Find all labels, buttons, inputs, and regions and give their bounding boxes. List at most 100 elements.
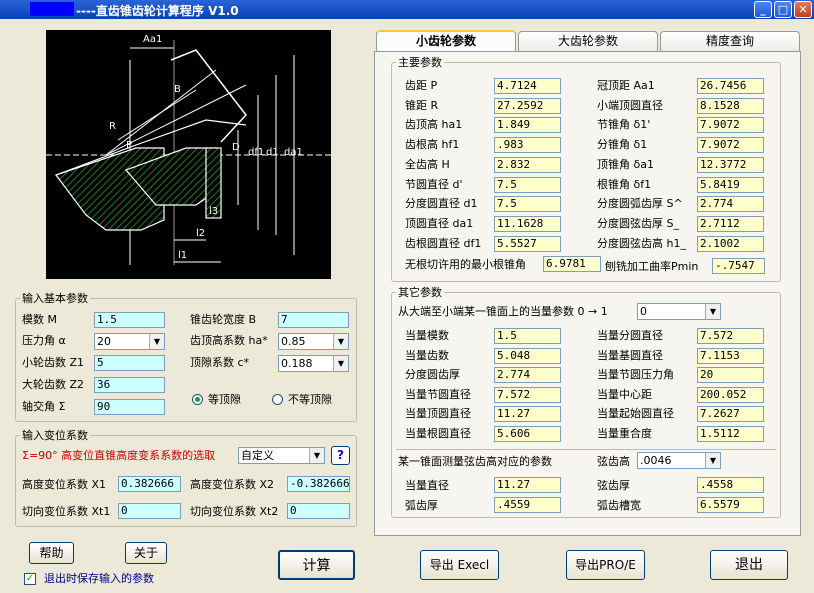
eq-dia-value: 11.27 [494, 477, 561, 493]
c-select[interactable]: 0.188 ▼ [278, 355, 349, 372]
main-left-value: 27.2592 [494, 97, 561, 114]
z2-input[interactable]: 36 [94, 377, 165, 393]
shift-select-label: Σ=90° 高变位直锥高度变系系数的选取 [22, 449, 216, 462]
sigma-input[interactable]: 90 [94, 399, 165, 415]
label-l2: l2 [196, 228, 205, 239]
other-left-value: 7.572 [494, 386, 561, 403]
chevron-down-icon: ▼ [333, 334, 348, 349]
other-right-value: 200.052 [697, 386, 764, 403]
other-left-label: 当量齿数 [405, 348, 449, 362]
chevron-down-icon: ▼ [705, 453, 720, 468]
calc-button[interactable]: 计算 [278, 550, 355, 580]
xt1-input[interactable]: 0 [118, 503, 181, 519]
radio-equal[interactable] [192, 394, 203, 405]
label-l1: l1 [178, 250, 187, 261]
x1-input[interactable]: 0.382666 [118, 476, 181, 492]
about-button[interactable]: 关于 [125, 542, 167, 564]
main-right-label: 分度圆弧齿厚 S^ [597, 197, 683, 211]
label-df1: df1 [248, 147, 264, 158]
label-d1: d1 [266, 147, 279, 158]
export-pro-button[interactable]: 导出PRO/E [566, 550, 645, 580]
main-window: ----直齿锥齿轮计算程序 V1.0 _ □ ✕ Aa1 B R P D df1… [0, 0, 814, 593]
module-input[interactable]: 1.5 [94, 312, 165, 328]
chord-height-select[interactable]: .0046 ▼ [637, 452, 721, 469]
chevron-down-icon: ▼ [309, 448, 324, 463]
other-params-title: 其它参数 [396, 286, 444, 299]
main-left-value: 2.832 [494, 156, 561, 173]
main-right-label: 分锥角 δ1 [597, 138, 648, 152]
other-right-value: 7.1153 [697, 347, 764, 364]
label-p: P [126, 140, 132, 151]
chord-thick-value: .4558 [697, 477, 764, 493]
other-right-value: 7.2627 [697, 406, 764, 423]
chevron-down-icon: ▼ [149, 334, 164, 349]
main-left-label: 锥距 R [405, 98, 439, 112]
maximize-button[interactable]: □ [774, 1, 792, 18]
arc-slot-value: 6.5579 [697, 497, 764, 513]
main-right-value: 7.9072 [697, 117, 764, 134]
measure-label: 某一锥面测量弦齿高对应的参数 [398, 455, 552, 468]
main-left-value: .983 [494, 137, 561, 154]
main-left-value: 4.7124 [494, 78, 561, 94]
exit-button[interactable]: 退出 [710, 550, 788, 580]
other-left-label: 分度圆齿厚 [405, 368, 460, 382]
other-right-label: 当量基圆直径 [597, 348, 663, 362]
main-params-title: 主要参数 [396, 56, 444, 69]
title-redacted-block [30, 2, 74, 16]
x2-input[interactable]: -0.382666 [287, 476, 350, 492]
export-excel-button[interactable]: 导出 Execl [420, 550, 499, 580]
xt1-label: 切向变位系数 Xt1 [22, 505, 111, 518]
shift-help-button[interactable]: ? [331, 446, 350, 465]
other-right-label: 当量节圆压力角 [597, 368, 674, 382]
close-button[interactable]: ✕ [794, 1, 812, 18]
gear-diagram: Aa1 B R P D df1 d1 da1 l3 l2 l1 [46, 30, 331, 279]
equiv-select[interactable]: 0 ▼ [637, 303, 721, 320]
other-left-label: 当量根圆直径 [405, 427, 471, 440]
shift-select[interactable]: 自定义 ▼ [238, 447, 325, 464]
equiv-label: 从大端至小端某一锥面上的当量参数 0 → 1 [398, 305, 608, 318]
main-right-label: 冠顶距 Aa1 [597, 79, 655, 92]
alpha-label: 压力角 α [22, 334, 66, 347]
other-right-label: 当量重合度 [597, 427, 652, 440]
chord-thick-label: 弦齿厚 [597, 479, 630, 492]
arc-thick-value: .4559 [494, 497, 561, 513]
other-right-label: 当量起始圆直径 [597, 407, 674, 421]
help-button[interactable]: 帮助 [29, 542, 74, 564]
radio-unequal-label: 不等顶隙 [288, 393, 332, 406]
main-left-value: 11.1628 [494, 215, 561, 232]
label-b: B [174, 84, 181, 95]
shift-title: 输入变位系数 [20, 429, 90, 442]
width-label: 锥齿轮宽度 B [190, 313, 257, 326]
pmin-label: 刨铣加工曲率Pmin [605, 260, 699, 273]
radio-unequal[interactable] [272, 394, 283, 405]
xt2-input[interactable]: 0 [287, 503, 350, 519]
z1-input[interactable]: 5 [94, 355, 165, 371]
sigma-label: 轴交角 Σ [22, 400, 66, 413]
ha-label: 齿顶高系数 ha* [190, 334, 268, 347]
other-left-label: 当量节圆直径 [405, 387, 471, 401]
xt2-label: 切向变位系数 Xt2 [190, 505, 279, 518]
label-l3: l3 [209, 206, 218, 217]
other-left-label: 当量模数 [405, 329, 449, 342]
min-root-label: 无根切许用的最小根锥角 [405, 258, 526, 271]
alpha-select[interactable]: 20 ▼ [94, 333, 165, 350]
minimize-button[interactable]: _ [754, 1, 772, 18]
label-r: R [109, 121, 116, 132]
tab-gear[interactable]: 大齿轮参数 [518, 31, 658, 52]
label-d: D [232, 142, 240, 153]
ha-select[interactable]: 0.85 ▼ [278, 333, 349, 350]
main-right-label: 顶锥角 δa1 [597, 157, 654, 171]
basic-params-title: 输入基本参数 [20, 292, 90, 305]
arc-thick-label: 弧齿厚 [405, 499, 438, 512]
main-left-label: 齿根圆直径 df1 [405, 236, 482, 250]
x1-label: 高度变位系数 X1 [22, 478, 107, 491]
tab-pinion[interactable]: 小齿轮参数 [376, 30, 516, 52]
main-right-label: 分度圆弦齿高 h1_ [597, 236, 686, 250]
save-checkbox[interactable]: ✓ [24, 573, 36, 585]
width-input[interactable]: 7 [278, 312, 349, 328]
main-right-label: 节锥角 δ1' [597, 118, 651, 132]
main-left-label: 齿距 P [405, 79, 438, 92]
radio-equal-label: 等顶隙 [208, 393, 241, 406]
chord-height-label: 弦齿高 [597, 455, 630, 468]
tab-precision[interactable]: 精度查询 [660, 31, 800, 52]
